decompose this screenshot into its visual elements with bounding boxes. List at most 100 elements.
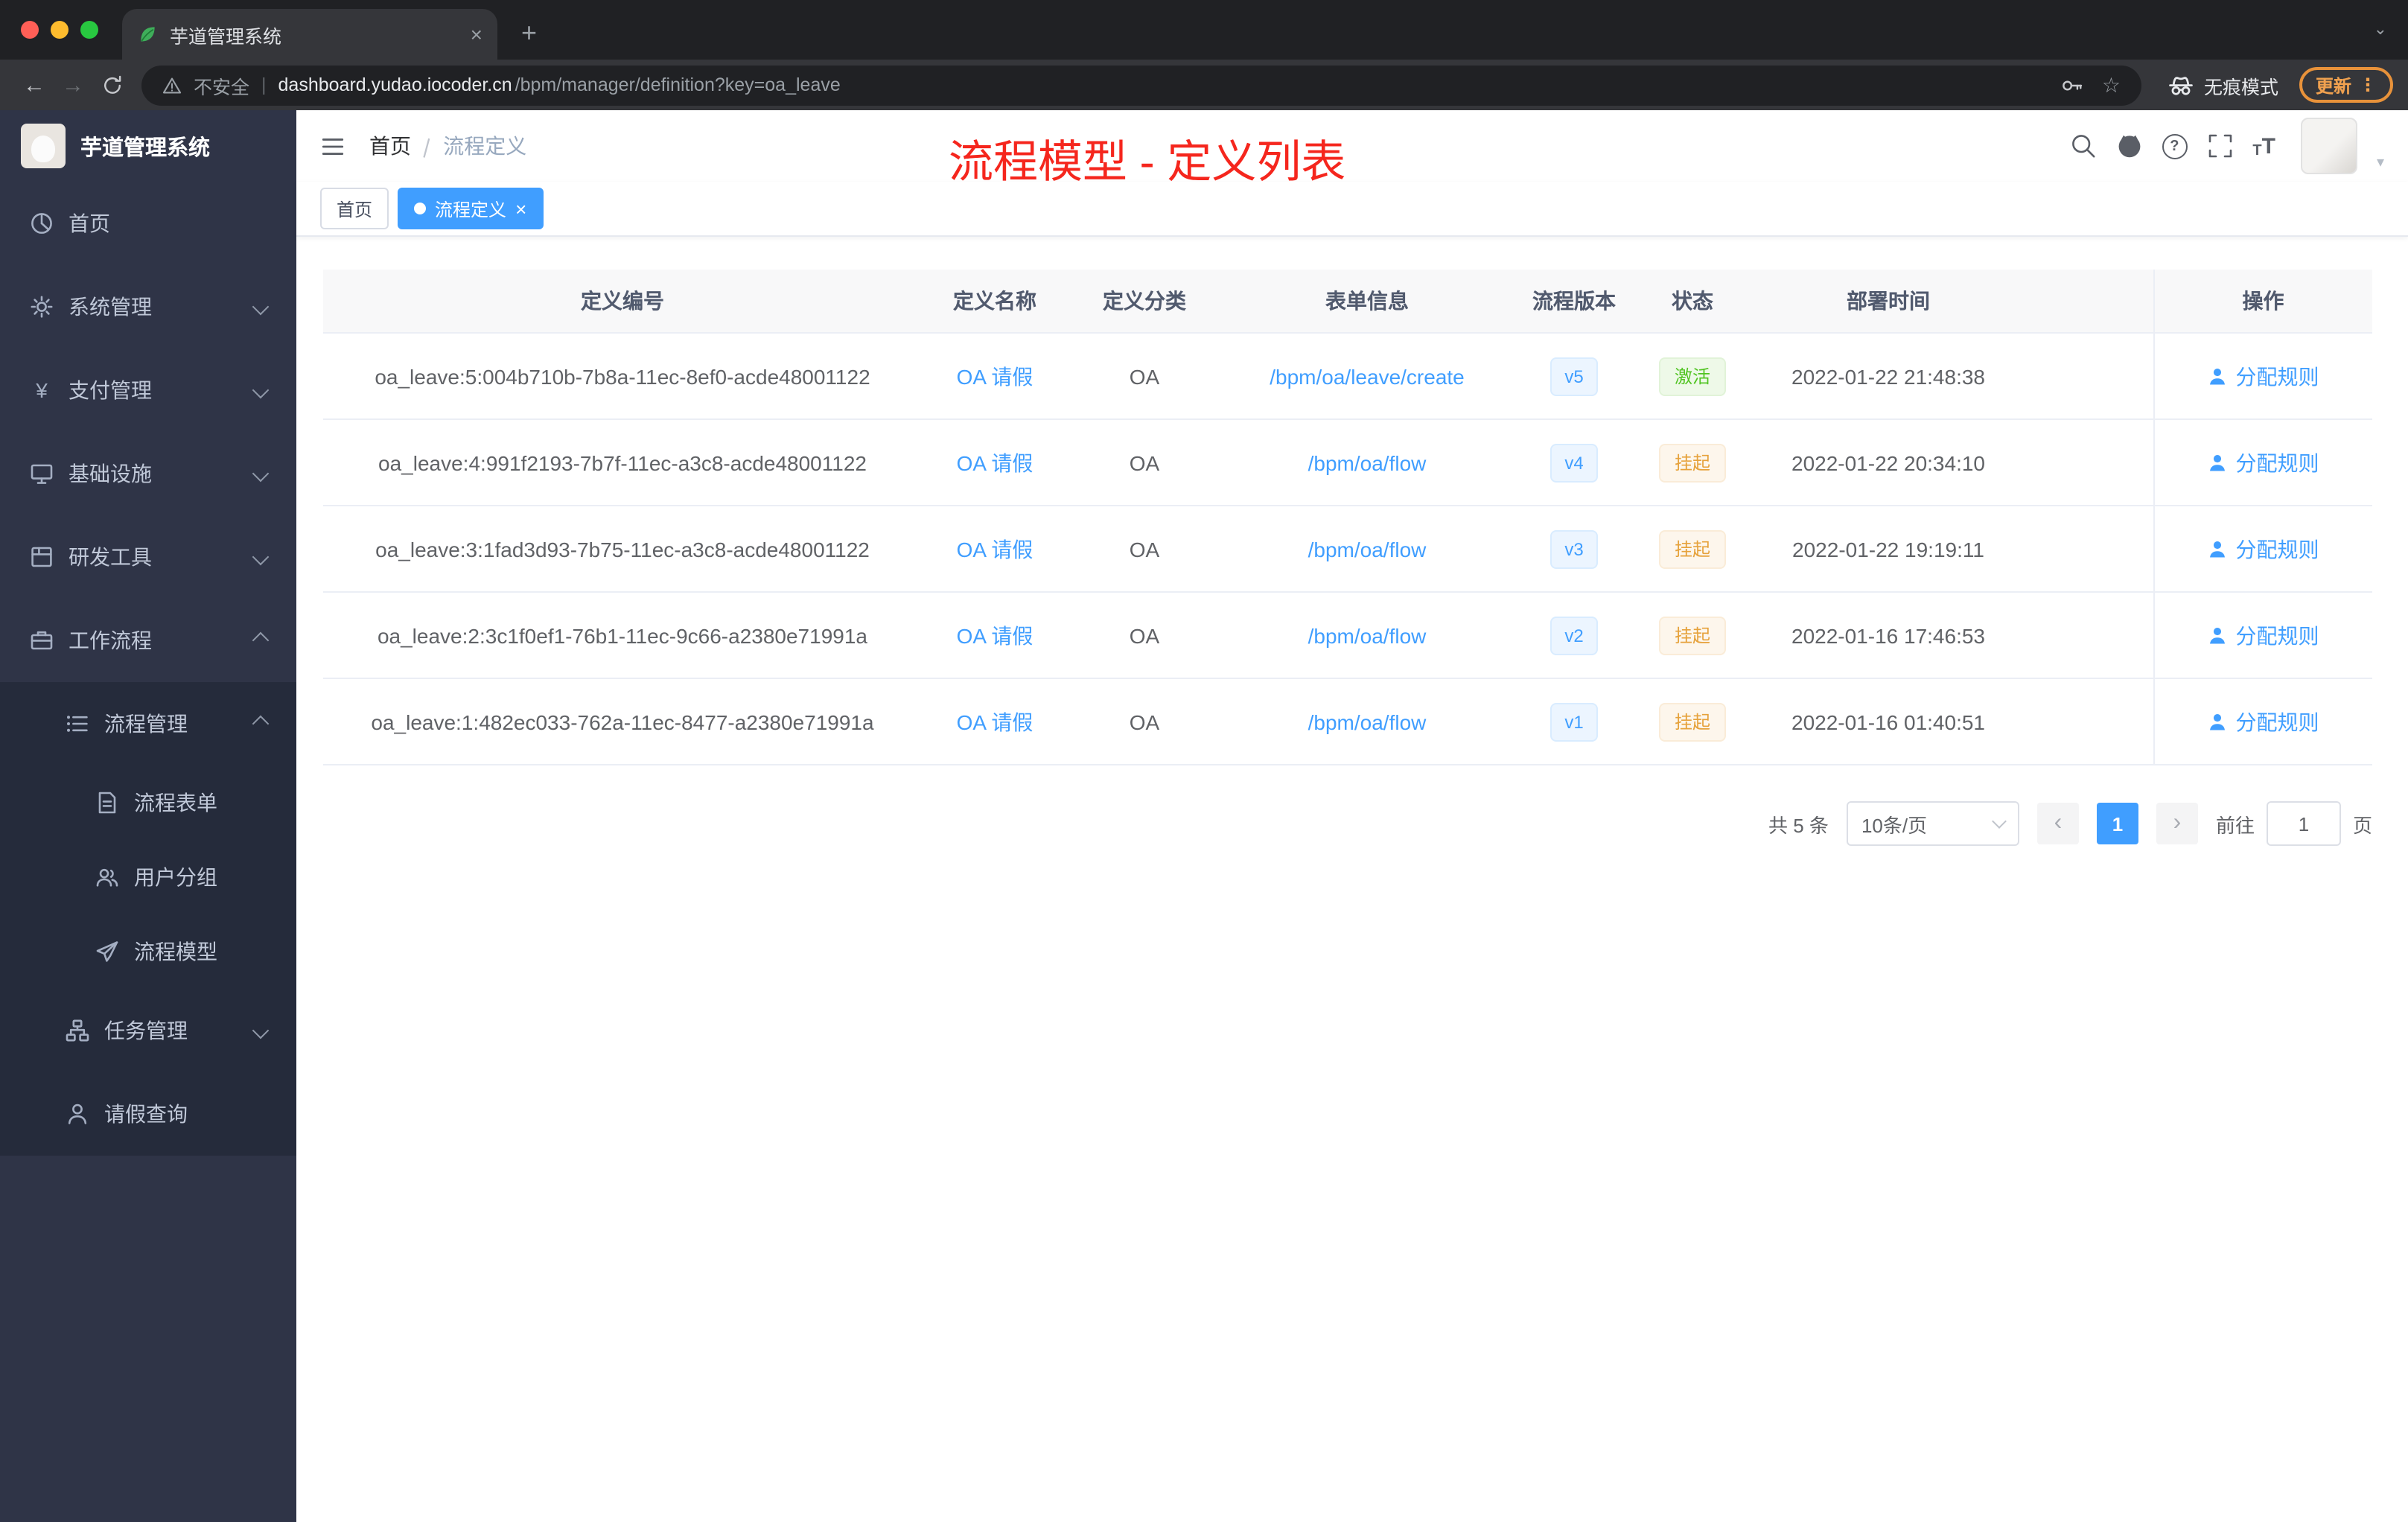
breadcrumb-home[interactable]: 首页 [369, 131, 411, 161]
definition-name-link[interactable]: OA 请假 [957, 623, 1033, 647]
sidebar-item-devtools[interactable]: 研发工具 [0, 515, 296, 599]
assign-rule-link[interactable]: 分配规则 [2208, 534, 2319, 564]
sidebar-item-label: 工作流程 [69, 628, 152, 652]
sidebar-item-user-group[interactable]: 用户分组 [0, 840, 296, 914]
cell-definition-id: oa_leave:5:004b710b-7b8a-11ec-8ef0-acde4… [323, 333, 922, 420]
reload-button[interactable] [101, 74, 124, 96]
window-controls [0, 21, 122, 39]
sidebar-item-workflow[interactable]: 工作流程 [0, 599, 296, 682]
definition-name-link[interactable]: OA 请假 [957, 710, 1033, 733]
chevron-down-icon [252, 548, 270, 566]
app-title: 芋道管理系统 [80, 136, 210, 160]
assign-rule-link[interactable]: 分配规则 [2208, 448, 2319, 477]
main-area: 首页 | 流程定义 流程模型 - 定义列表 ? T T ▾ 首页 流程定义 × … [296, 110, 2408, 1522]
workflow-submenu: 流程管理 流程表单 用户分组 流程模型 任务管理 请假查询 [0, 682, 296, 1156]
browser-tab[interactable]: 芋道管理系统 × [122, 9, 497, 60]
github-icon[interactable] [2115, 133, 2142, 159]
cell-definition-id: oa_leave:1:482ec033-762a-11ec-8477-a2380… [323, 678, 922, 765]
sidebar-item-label: 用户分组 [134, 865, 217, 889]
page-1-button[interactable]: 1 [2096, 803, 2138, 844]
chrome-update-button[interactable]: 更新 ⋮ [2299, 67, 2393, 103]
prev-page-button[interactable]: ‹ [2036, 803, 2079, 844]
help-icon[interactable]: ? [2162, 133, 2188, 159]
form-link[interactable]: /bpm/oa/leave/create [1270, 364, 1465, 388]
cell-category: OA [1068, 333, 1221, 420]
avatar-caret-icon[interactable]: ▾ [2377, 154, 2384, 171]
hamburger-icon[interactable] [320, 133, 345, 159]
minimize-window-button[interactable] [51, 21, 69, 39]
tab-search-icon[interactable]: ⌄ [2374, 19, 2387, 39]
update-label: 更新 [2315, 75, 2351, 96]
briefcase-icon [31, 631, 53, 650]
cell-deploy-time: 2022-01-22 20:34:10 [1750, 419, 2027, 506]
bookmark-star-icon[interactable]: ☆ [2102, 72, 2121, 98]
zoom-window-button[interactable] [80, 21, 98, 39]
assign-rule-link[interactable]: 分配规则 [2208, 620, 2319, 650]
sidebar-item-home[interactable]: 首页 [0, 182, 296, 265]
cell-definition-id: oa_leave:4:991f2193-7b7f-11ec-a3c8-acde4… [323, 419, 922, 506]
cell-filler [2027, 419, 2153, 506]
font-size-icon[interactable]: TT [2252, 133, 2275, 159]
user-avatar[interactable] [2300, 118, 2357, 174]
dashboard-icon [31, 213, 52, 234]
cell-category: OA [1068, 592, 1221, 679]
col-definition-id: 定义编号 [323, 270, 922, 334]
table-row: oa_leave:1:482ec033-762a-11ec-8477-a2380… [323, 678, 2372, 765]
sidebar-item-label: 流程模型 [134, 940, 217, 964]
status-badge: 挂起 [1659, 529, 1725, 568]
search-icon[interactable] [2069, 133, 2096, 159]
browser-menu-icon[interactable]: ⋮ [2359, 74, 2377, 95]
form-link[interactable]: /bpm/oa/flow [1308, 710, 1427, 733]
sidebar-item-label: 支付管理 [69, 378, 152, 402]
sidebar-item-task-management[interactable]: 任务管理 [0, 989, 296, 1072]
table-row: oa_leave:2:3c1f0ef1-76b1-11ec-9c66-a2380… [323, 592, 2372, 679]
monitor-icon [31, 464, 53, 484]
chevron-down-icon [252, 465, 270, 483]
forward-button[interactable]: → [54, 72, 92, 98]
tag-home[interactable]: 首页 [320, 188, 389, 229]
password-key-icon[interactable] [2062, 74, 2084, 96]
active-dot-icon [414, 203, 427, 214]
goto-page-input[interactable] [2266, 801, 2341, 846]
list-icon [67, 716, 88, 732]
sidebar-item-process-form[interactable]: 流程表单 [0, 765, 296, 840]
chevron-down-icon [1992, 814, 2007, 829]
next-page-button[interactable]: › [2156, 803, 2198, 844]
form-link[interactable]: /bpm/oa/flow [1308, 623, 1427, 647]
tab-close-icon[interactable]: × [471, 22, 482, 46]
definition-name-link[interactable]: OA 请假 [957, 364, 1033, 388]
col-definition-category: 定义分类 [1068, 270, 1221, 334]
incognito-badge[interactable]: 无痕模式 [2153, 71, 2293, 99]
form-link[interactable]: /bpm/oa/flow [1308, 450, 1427, 474]
sidebar-item-payment[interactable]: ¥ 支付管理 [0, 348, 296, 432]
sidebar-item-system[interactable]: 系统管理 [0, 265, 296, 348]
tag-process-definition[interactable]: 流程定义 × [398, 188, 544, 229]
close-window-button[interactable] [21, 21, 39, 39]
assign-rule-link[interactable]: 分配规则 [2208, 707, 2319, 736]
chevron-down-icon [252, 298, 270, 316]
new-tab-button[interactable]: + [521, 18, 537, 49]
definition-name-link[interactable]: OA 请假 [957, 537, 1033, 561]
tag-close-icon[interactable]: × [515, 197, 526, 220]
fullscreen-icon[interactable] [2206, 133, 2233, 159]
status-badge: 激活 [1659, 357, 1725, 395]
assign-rule-link[interactable]: 分配规则 [2208, 361, 2319, 391]
url-bar[interactable]: 不安全 | dashboard.yudao.iocoder.cn /bpm/ma… [141, 65, 2141, 105]
page-size-value: 10条/页 [1861, 814, 1928, 836]
yen-icon: ¥ [36, 378, 48, 402]
sidebar-item-process-management[interactable]: 流程管理 [0, 682, 296, 765]
table-row: oa_leave:5:004b710b-7b8a-11ec-8ef0-acde4… [323, 333, 2372, 420]
definition-table: 定义编号 定义名称 定义分类 表单信息 流程版本 状态 部署时间 操作 oa_l… [323, 270, 2372, 765]
assign-rule-label: 分配规则 [2235, 710, 2319, 733]
sidebar-item-process-model[interactable]: 流程模型 [0, 914, 296, 989]
form-link[interactable]: /bpm/oa/flow [1308, 537, 1427, 561]
assign-rule-label: 分配规则 [2235, 537, 2319, 561]
person-icon [2210, 453, 2226, 471]
sidebar-item-leave-query[interactable]: 请假查询 [0, 1072, 296, 1156]
page-size-select[interactable]: 10条/页 [1846, 801, 2019, 846]
chevron-up-icon [252, 631, 270, 649]
sidebar-item-infrastructure[interactable]: 基础设施 [0, 432, 296, 515]
definition-name-link[interactable]: OA 请假 [957, 450, 1033, 474]
font-big-glyph: T [2261, 133, 2275, 159]
back-button[interactable]: ← [15, 72, 54, 98]
